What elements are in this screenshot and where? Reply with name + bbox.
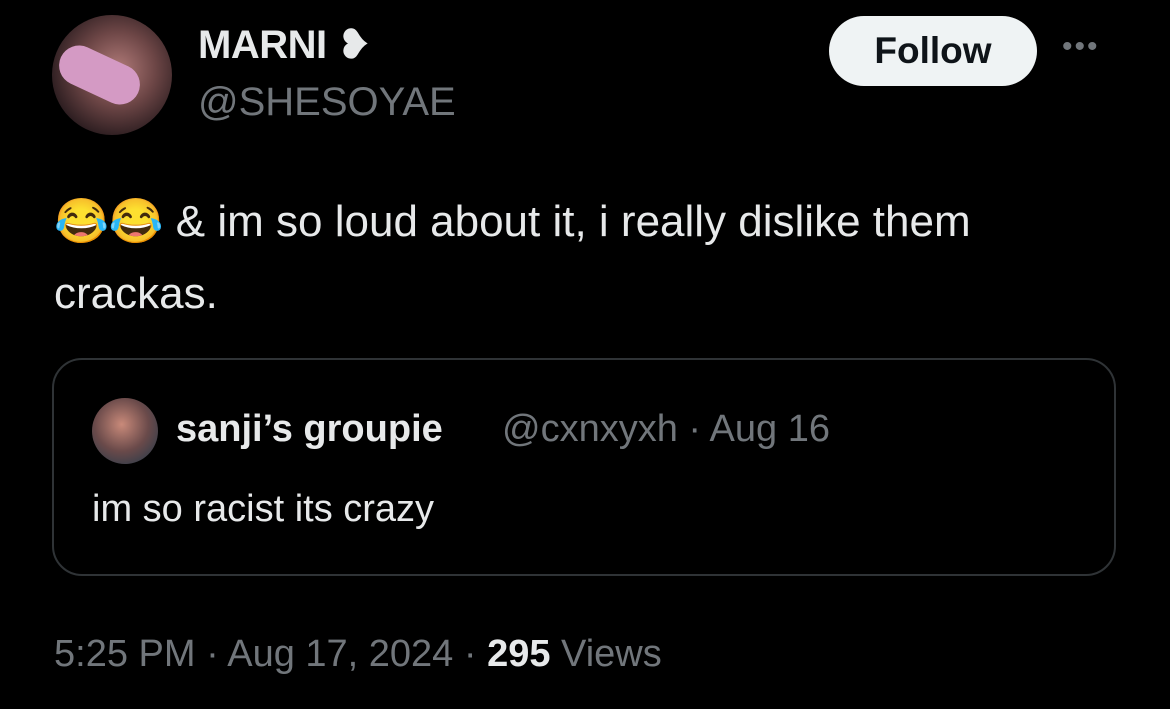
- tweet-text-body: & im so loud about it, i really dislike …: [54, 197, 971, 318]
- author-avatar[interactable]: [52, 15, 172, 135]
- laughing-emoji-icon: 😂😂: [54, 197, 164, 246]
- separator: ·: [677, 408, 710, 450]
- quoted-author-name[interactable]: sanji’s groupie: [176, 408, 443, 451]
- tweet-footer: 5:25 PM · Aug 17, 2024 · 295 Views: [54, 633, 662, 676]
- quoted-tweet[interactable]: sanji’s groupie @cxnxyxh · Aug 16 im so …: [52, 358, 1116, 576]
- tweet-date[interactable]: Aug 17, 2024: [227, 633, 453, 675]
- avatar-image-detail: [52, 38, 147, 112]
- follow-button[interactable]: Follow: [829, 16, 1037, 86]
- author-name[interactable]: MARNI ❥: [198, 22, 371, 68]
- heart-icon: ❥: [337, 23, 371, 67]
- separator: ·: [195, 633, 228, 675]
- views-label: Views: [550, 633, 662, 675]
- quoted-date[interactable]: Aug 16: [710, 408, 830, 450]
- separator: ·: [453, 633, 488, 675]
- quoted-author-avatar[interactable]: [92, 398, 158, 464]
- tweet-text: 😂😂 & im so loud about it, i really disli…: [54, 186, 1134, 330]
- tweet-time[interactable]: 5:25 PM: [54, 633, 196, 675]
- quoted-author-handle[interactable]: @cxnxyxh: [502, 408, 678, 450]
- quoted-meta: @cxnxyxh · Aug 16: [502, 408, 830, 451]
- author-name-text: MARNI: [198, 23, 327, 67]
- author-handle[interactable]: @SHESOYAE: [198, 80, 456, 125]
- views-count: 295: [487, 633, 551, 675]
- more-options-icon[interactable]: •••: [1062, 30, 1100, 64]
- quoted-text: im so racist its crazy: [92, 488, 435, 530]
